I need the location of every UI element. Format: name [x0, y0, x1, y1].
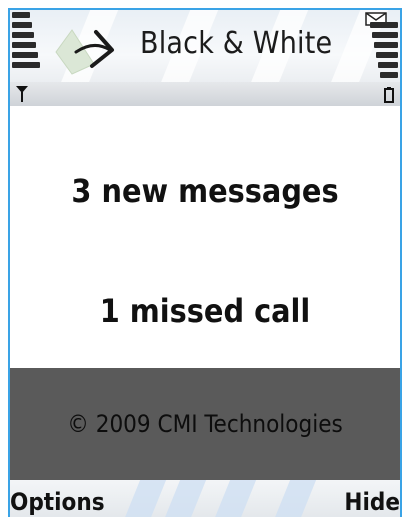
- app-logo-icon: [55, 29, 114, 75]
- app-title: Black & White: [140, 26, 333, 61]
- copyright-text: © 2009 CMI Technologies: [67, 410, 343, 438]
- indicator-strip: [10, 82, 400, 106]
- battery-icon: [384, 87, 394, 103]
- phone-screen: Black & White 3 new messages 1 missed ca…: [8, 8, 402, 517]
- new-messages-notice[interactable]: 3 new messages: [10, 172, 400, 210]
- softkey-bar: Options Hide: [10, 480, 400, 517]
- footer-band: © 2009 CMI Technologies: [10, 368, 400, 480]
- notification-panel: 3 new messages 1 missed call: [10, 106, 400, 368]
- missed-call-notice[interactable]: 1 missed call: [10, 292, 400, 330]
- battery-level-icon: [368, 22, 398, 82]
- signal-strength-icon: [12, 12, 42, 72]
- status-header: Black & White: [10, 10, 400, 110]
- antenna-icon: [16, 86, 28, 102]
- options-softkey[interactable]: Options: [10, 488, 105, 516]
- hide-softkey[interactable]: Hide: [344, 488, 400, 516]
